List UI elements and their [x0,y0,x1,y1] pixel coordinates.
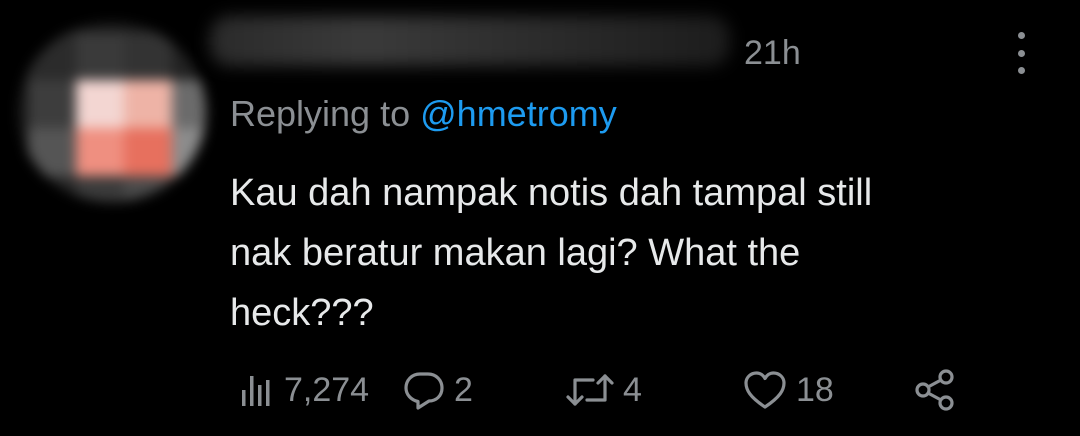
timestamp[interactable]: 21h [744,34,801,73]
like-count: 18 [796,370,834,409]
avatar[interactable] [18,22,206,202]
views-count: 7,274 [284,370,370,409]
share-button[interactable] [912,360,958,420]
retweet-button[interactable]: 4 [565,360,642,420]
share-icon [912,367,958,413]
tweet-text-line: nak beratur makan lagi? What the [230,232,801,274]
tweet-text-line: Kau dah nampak notis dah tampal still [230,172,873,214]
reply-button[interactable]: 2 [402,360,473,420]
reply-bubble-icon [402,368,446,412]
views-button[interactable]: 7,274 [236,360,369,420]
like-button[interactable]: 18 [742,360,834,420]
tweet-text: Kau dah nampak notis dah tampal still na… [230,163,1030,343]
reply-count: 2 [454,370,473,409]
retweet-count: 4 [623,370,642,409]
analytics-icon [236,370,276,410]
tweet-card[interactable]: 21h Replying to @hmetromy Kau dah nampak… [0,0,1080,436]
more-vertical-icon[interactable] [1008,32,1034,74]
heart-icon [742,368,788,412]
retweet-icon [565,368,615,412]
author-name-redacted[interactable] [210,16,730,66]
replying-prefix: Replying to [230,93,411,134]
tweet-text-line: heck??? [230,292,374,334]
replying-handle-link[interactable]: @hmetromy [420,93,617,134]
action-bar: 7,274 2 4 18 [230,360,990,420]
replying-to: Replying to @hmetromy [230,93,617,135]
